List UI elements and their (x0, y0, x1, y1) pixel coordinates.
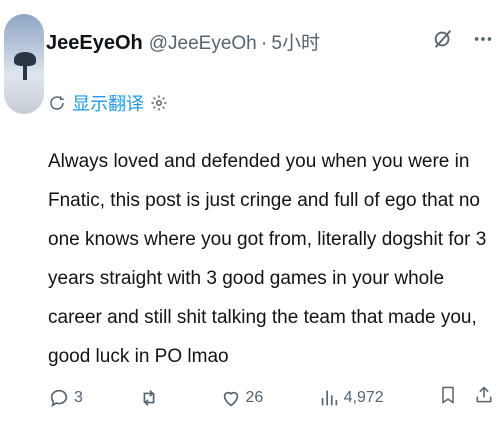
top-icons (432, 28, 494, 50)
views-button[interactable]: 4,972 (318, 387, 384, 409)
like-count: 26 (245, 388, 264, 406)
timestamp[interactable]: 5小时 (271, 28, 320, 55)
more-icon[interactable] (472, 28, 494, 50)
gear-icon[interactable] (150, 94, 168, 112)
reply-button[interactable]: 3 (48, 387, 83, 409)
tweet-text: Always loved and defended you when you w… (48, 151, 487, 367)
separator: · (260, 32, 268, 54)
avatar[interactable] (4, 14, 44, 114)
action-bar: 3 26 4,972 (48, 384, 494, 411)
views-count: 4,972 (343, 388, 384, 406)
reply-count: 3 (74, 388, 83, 406)
share-icon[interactable] (474, 384, 494, 411)
display-name[interactable]: JeeEyeOh (46, 32, 143, 55)
bookmark-icon[interactable] (438, 384, 458, 411)
heart-icon (220, 387, 242, 409)
avatar-trunk (23, 64, 27, 80)
grok-icon[interactable] (432, 28, 454, 50)
translate-row[interactable]: 显示翻译 (48, 90, 168, 116)
like-button[interactable]: 26 (220, 387, 264, 409)
translate-icon (48, 94, 66, 112)
user-handle[interactable]: @JeeEyeOh (149, 33, 257, 55)
tweet-header: JeeEyeOh @JeeEyeOh · 5小时 (46, 28, 320, 55)
show-translation-link[interactable]: 显示翻译 (72, 90, 144, 116)
views-icon (318, 387, 340, 409)
right-actions (438, 384, 494, 411)
reply-icon (48, 387, 70, 409)
repost-button[interactable] (137, 387, 165, 409)
repost-icon (137, 387, 161, 409)
